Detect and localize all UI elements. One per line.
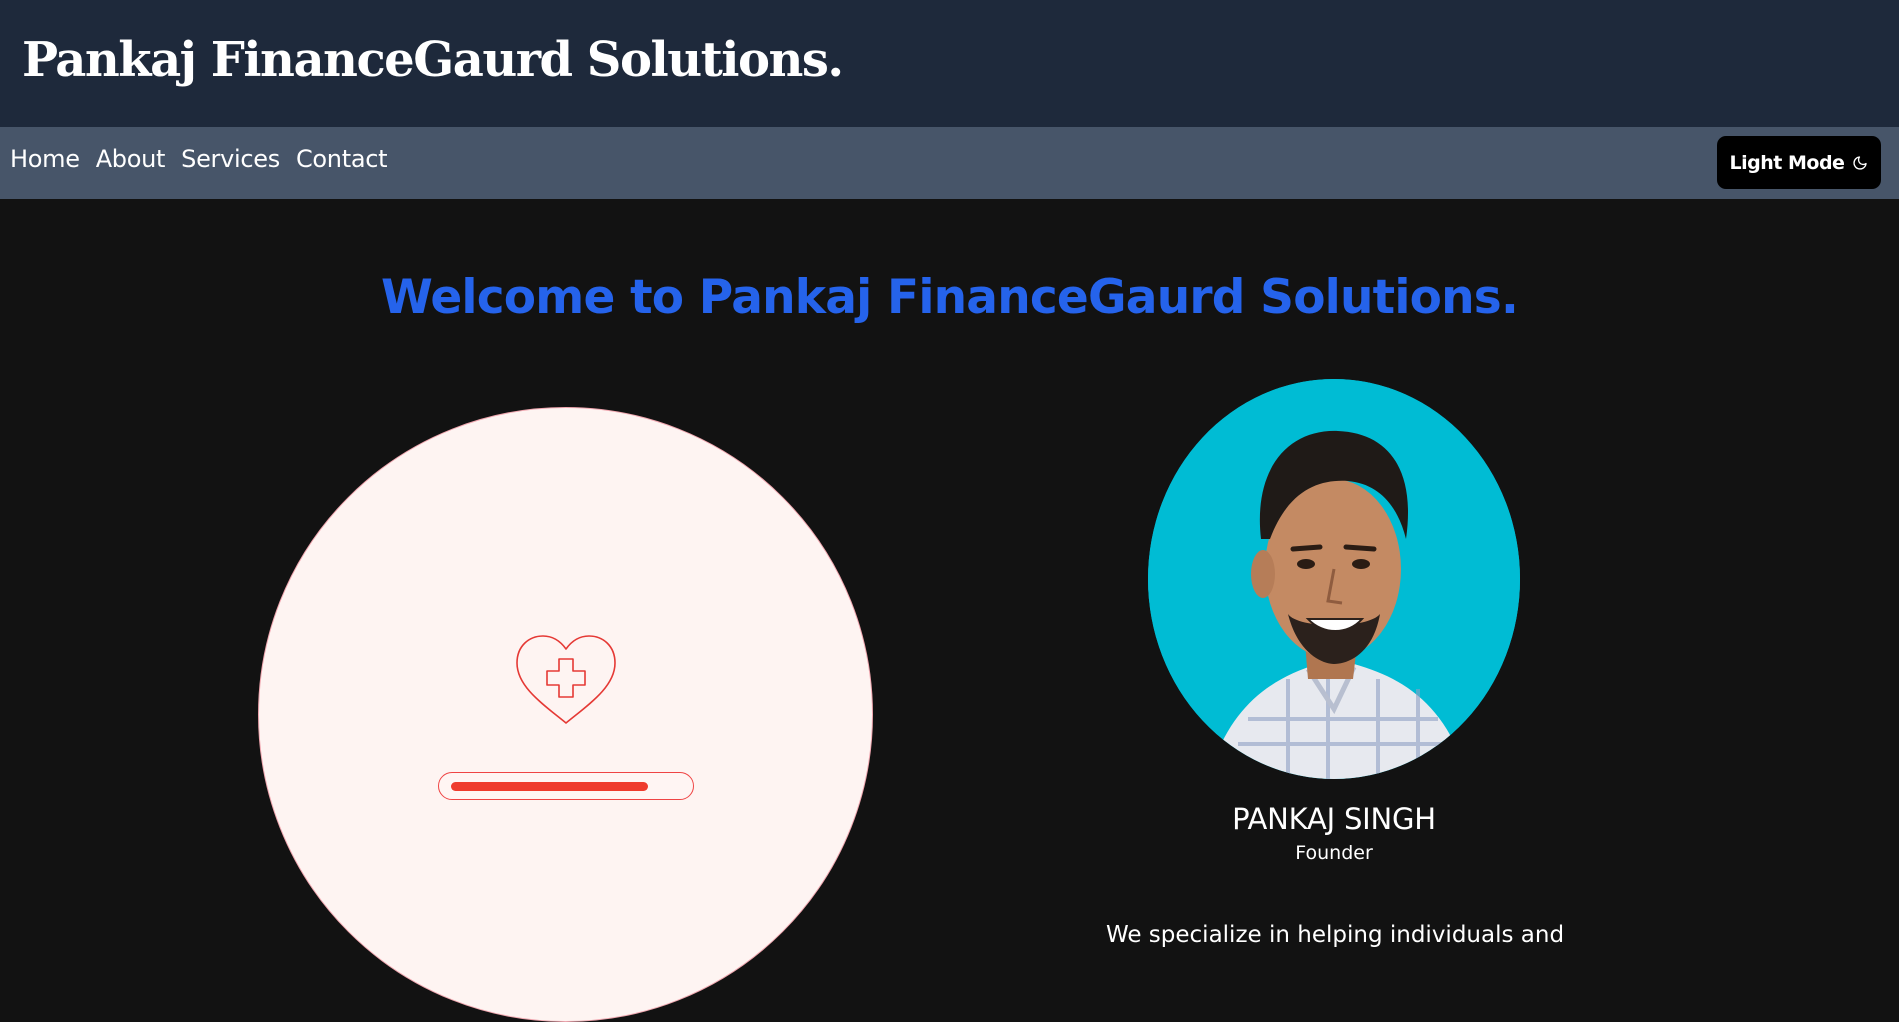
nav-link-contact[interactable]: Contact (296, 145, 388, 173)
founder-role: Founder (1295, 842, 1373, 864)
navbar: Home About Services Contact Light Mode (0, 127, 1899, 199)
welcome-heading: Welcome to Pankaj FinanceGaurd Solutions… (380, 270, 1519, 325)
loading-bar (438, 772, 694, 800)
theme-toggle-button[interactable]: Light Mode (1717, 136, 1881, 189)
founder-photo (1148, 379, 1520, 779)
founder-name: PANKAJ SINGH (1232, 802, 1436, 836)
nav-links: Home About Services Contact (10, 145, 403, 173)
heart-plus-icon (514, 633, 618, 728)
nav-link-about[interactable]: About (96, 145, 166, 173)
site-header: Pankaj FinanceGaurd Solutions. (0, 0, 1899, 127)
nav-link-services[interactable]: Services (181, 145, 280, 173)
nav-link-home[interactable]: Home (10, 145, 80, 173)
loading-bar-fill (451, 782, 648, 791)
brand-title: Pankaj FinanceGaurd Solutions. (22, 32, 844, 88)
intro-text: We specialize in helping individuals and (1105, 922, 1565, 948)
hero-illustration (258, 407, 873, 1022)
theme-toggle-label: Light Mode (1729, 151, 1845, 174)
moon-icon (1852, 155, 1868, 171)
